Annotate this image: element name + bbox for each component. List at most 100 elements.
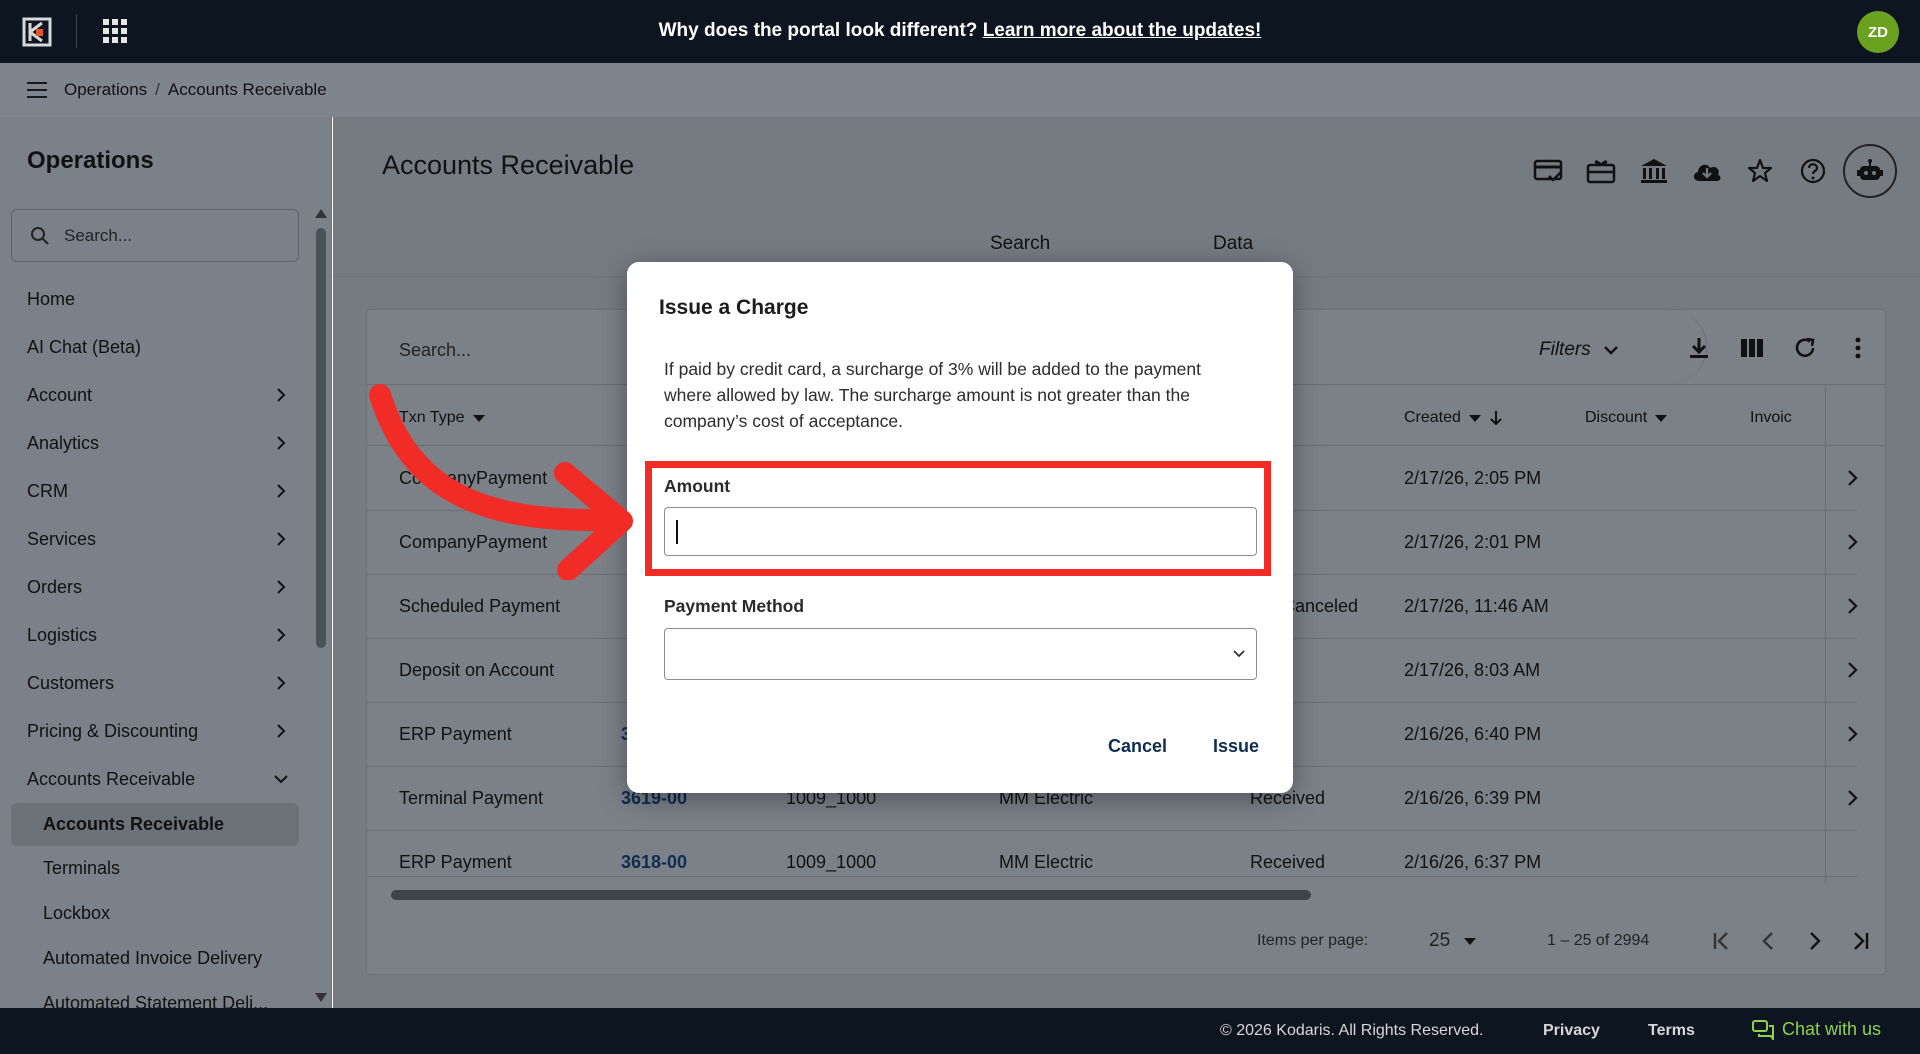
sidebar-search-input[interactable]: Search...	[11, 209, 299, 262]
sidebar-item-home[interactable]: Home	[0, 275, 310, 323]
amount-label: Amount	[664, 476, 731, 496]
terms-link[interactable]: Terms	[1648, 1022, 1695, 1040]
chevron-down-icon	[1233, 650, 1245, 658]
sidebar-item-pricing[interactable]: Pricing & Discounting	[0, 707, 310, 755]
privacy-link[interactable]: Privacy	[1543, 1022, 1600, 1040]
chevron-right-icon[interactable]	[1845, 533, 1859, 551]
robot-icon[interactable]	[1843, 144, 1897, 198]
page-toolbar	[1521, 143, 1897, 199]
sidebar-item-analytics[interactable]: Analytics	[0, 419, 310, 467]
sidebar-scroll-down[interactable]	[315, 993, 327, 1002]
sidebar-item-account[interactable]: Account	[0, 371, 310, 419]
download-icon[interactable]	[1681, 330, 1716, 365]
chat-label: Chat with us	[1782, 1019, 1882, 1039]
surcharge-notice: If paid by credit card, a surcharge of 3…	[664, 359, 1201, 431]
cell-txn-type: ERP Payment	[399, 852, 512, 872]
chevron-right-icon[interactable]	[1845, 725, 1859, 743]
user-avatar[interactable]: ZD	[1857, 11, 1899, 53]
sidebar-item-label: CRM	[27, 480, 68, 501]
cancel-button[interactable]: Cancel	[1108, 736, 1167, 757]
chevron-right-icon	[277, 580, 286, 594]
tab-search[interactable]: Search	[990, 233, 1050, 255]
hamburger-menu-icon[interactable]	[27, 82, 47, 98]
chat-with-us-button[interactable]: Chat with us	[1752, 1019, 1881, 1040]
columns-icon[interactable]	[1734, 330, 1769, 365]
payment-method-select[interactable]	[664, 628, 1257, 680]
issue-button[interactable]: Issue	[1213, 736, 1259, 757]
sidebar-item-crm[interactable]: CRM	[0, 467, 310, 515]
cell-customer-id: 1009_1000	[786, 852, 877, 872]
sidebar-menu: Home AI Chat (Beta) Account Analytics CR…	[0, 275, 310, 1026]
cell-txn-type: Scheduled Payment	[399, 596, 561, 616]
refresh-icon[interactable]	[1787, 330, 1822, 365]
issue-charge-dialog: Issue a Charge If paid by credit card, a…	[627, 262, 1293, 793]
more-vert-icon[interactable]	[1840, 330, 1875, 365]
breadcrumb-separator: /	[155, 80, 160, 99]
payment-method-label: Payment Method	[664, 596, 805, 616]
star-icon[interactable]	[1733, 149, 1786, 193]
cell-created: 2/17/26, 2:05 PM	[1404, 468, 1542, 488]
sidebar-scroll-up[interactable]	[315, 209, 327, 218]
bank-icon[interactable]	[1627, 149, 1680, 193]
sidebar-item-label: Accounts Receivable	[27, 768, 196, 789]
cell-number-link[interactable]: 3618-00	[621, 852, 687, 873]
amount-input[interactable]	[664, 507, 1257, 556]
first-page-icon[interactable]	[1707, 926, 1737, 956]
chevron-right-icon[interactable]	[1845, 789, 1859, 807]
chat-icon	[1752, 1019, 1774, 1040]
sidebar-subitem-automated-invoice-delivery[interactable]: Automated Invoice Delivery	[0, 936, 310, 981]
chevron-right-icon[interactable]	[1845, 597, 1859, 615]
items-per-page-value: 25	[1429, 930, 1451, 951]
filters-dropdown[interactable]: Filters	[1539, 339, 1619, 361]
chevron-right-icon	[277, 532, 286, 546]
table-search-input[interactable]: Search...	[399, 340, 471, 361]
last-page-icon[interactable]	[1845, 926, 1875, 956]
sidebar-item-label: Analytics	[27, 432, 100, 453]
sidebar-item-services[interactable]: Services	[0, 515, 310, 563]
breadcrumb-operations[interactable]: Operations	[64, 80, 147, 99]
help-icon[interactable]	[1786, 149, 1839, 193]
sidebar-item-label: Logistics	[27, 624, 98, 645]
sidebar-item-label: AI Chat (Beta)	[27, 336, 142, 357]
table-row[interactable]: ERP Payment 3618-00 1009_1000 MM Electri…	[367, 831, 1857, 877]
sidebar-item-logistics[interactable]: Logistics	[0, 611, 310, 659]
gift-card-icon[interactable]	[1574, 149, 1627, 193]
items-per-page-select[interactable]: 25	[1429, 930, 1477, 952]
credit-card-check-icon[interactable]	[1521, 149, 1574, 193]
column-discount[interactable]: Discount	[1585, 409, 1668, 427]
column-label: Invoic	[1750, 409, 1792, 426]
sidebar-item-customers[interactable]: Customers	[0, 659, 310, 707]
sort-menu-icon	[1468, 414, 1481, 422]
update-banner: Why does the portal look different? Lear…	[0, 20, 1920, 42]
cell-created: 2/17/26, 2:01 PM	[1404, 532, 1542, 552]
column-label: Created	[1404, 409, 1461, 426]
top-bar: Why does the portal look different? Lear…	[0, 0, 1920, 63]
sidebar-subitem-accounts-receivable[interactable]: Accounts Receivable	[11, 803, 299, 846]
table-horizontal-scrollbar[interactable]	[391, 890, 1311, 900]
sidebar-subitem-terminals[interactable]: Terminals	[0, 846, 310, 891]
sidebar-item-label: Services	[27, 528, 97, 549]
previous-page-icon[interactable]	[1754, 926, 1784, 956]
breadcrumb: Operations / Accounts Receivable	[64, 80, 327, 100]
sidebar-item-accounts-receivable[interactable]: Accounts Receivable	[0, 755, 310, 803]
column-invoice[interactable]: Invoic	[1750, 409, 1792, 427]
cell-txn-type: Deposit on Account	[399, 660, 555, 680]
next-page-icon[interactable]	[1799, 926, 1829, 956]
sidebar-subitem-lockbox[interactable]: Lockbox	[0, 891, 310, 936]
banner-text: Why does the portal look different?	[658, 20, 978, 41]
chevron-right-icon[interactable]	[1845, 469, 1859, 487]
chevron-right-icon	[277, 676, 286, 690]
sidebar: Operations Search... Home AI Chat (Beta)…	[0, 117, 332, 1013]
table-tools	[1681, 330, 1875, 365]
cloud-download-icon[interactable]	[1680, 149, 1733, 193]
chevron-right-icon	[277, 436, 286, 450]
tab-data[interactable]: Data	[1213, 233, 1253, 255]
page-range: 1 – 25 of 2994	[1547, 932, 1650, 949]
chevron-right-icon[interactable]	[1845, 661, 1859, 679]
banner-learn-more-link[interactable]: Learn more about the updates!	[983, 20, 1262, 41]
sidebar-item-label: Customers	[27, 672, 115, 693]
sidebar-scrollbar[interactable]	[316, 228, 326, 648]
sidebar-item-ai-chat[interactable]: AI Chat (Beta)	[0, 323, 310, 371]
sidebar-item-orders[interactable]: Orders	[0, 563, 310, 611]
column-created[interactable]: Created	[1404, 409, 1503, 427]
